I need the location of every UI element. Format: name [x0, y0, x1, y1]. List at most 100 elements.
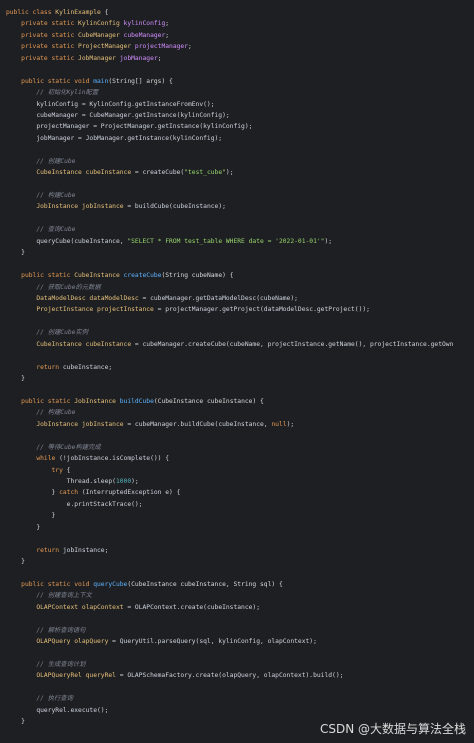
code-line: CubeInstance cubeInstance = createCube("… [0, 167, 474, 178]
code-line: JobInstance jobInstance = buildCube(cube… [0, 201, 474, 212]
code-token: private static [6, 31, 79, 39]
code-line: // 构建Cube [0, 190, 474, 201]
code-token: jobManager [119, 54, 158, 62]
code-line: } [0, 373, 474, 384]
code-line: queryRel.execute(); [0, 705, 474, 716]
code-line: // 创建Cube实例 [0, 327, 474, 338]
code-line: return cubeInstance; [0, 362, 474, 373]
code-token: // 生成查询计划 [6, 660, 86, 668]
code-line: // 执行查询 [0, 693, 474, 704]
code-token: // 创建查询上下文 [6, 592, 92, 600]
code-line: jobManager = JobManager.getInstance(kyli… [0, 133, 474, 144]
code-token: // 解析查询语句 [6, 626, 86, 634]
code-line: kylinConfig = KylinConfig.getInstanceFro… [0, 99, 474, 110]
code-line: Thread.sleep(1000); [0, 476, 474, 487]
code-line: // 创建Cube [0, 156, 474, 167]
code-token: private static [6, 54, 79, 62]
code-token: CubeManager [78, 31, 124, 39]
code-token: queryCube [93, 580, 128, 588]
code-token: catch [59, 489, 82, 497]
code-token: // 创建Cube实例 [6, 329, 89, 337]
code-token: Thread.sleep( [6, 477, 116, 485]
code-token: ; [165, 20, 170, 28]
code-line: } [0, 522, 474, 533]
code-token: (String cubeName) { [161, 272, 234, 280]
code-token: return [6, 546, 63, 554]
code-line: projectManager = ProjectManager.getInsta… [0, 121, 474, 132]
code-token: = cubeManager.createCube(cubeName, proje… [134, 340, 454, 348]
code-token: { [100, 9, 109, 16]
code-token: "SELECT * FROM test_table WHERE date = '… [127, 237, 325, 245]
code-token: cubeInstance; [62, 363, 113, 371]
code-token: buildCube [119, 397, 154, 405]
code-line: // 获取Cube的元数据 [0, 282, 474, 293]
code-line: public static JobInstance buildCube(Cube… [0, 396, 474, 407]
code-line: // 解析查询语句 [0, 625, 474, 636]
code-token: (String[] args) { [108, 77, 173, 85]
code-token: // 创建Cube [6, 157, 76, 165]
code-token: } [6, 512, 56, 520]
csdn-watermark: CSDN @大数据与算法全栈 [319, 722, 466, 736]
code-token: try [6, 466, 67, 474]
code-token: public static [6, 397, 75, 405]
code-token: } [6, 558, 25, 565]
code-token: // 查询Cube [6, 226, 76, 234]
code-line: // 创建查询上下文 [0, 590, 474, 601]
code-token: (CubeInstance cubeInstance, String sql) … [127, 580, 283, 588]
code-line: // 初始化Kylin配置 [0, 87, 474, 98]
code-token: // 初始化Kylin配置 [6, 89, 99, 97]
code-token: queryRel.execute(); [6, 706, 109, 714]
code-token: return [6, 363, 63, 371]
code-token: 1000 [115, 477, 132, 485]
code-token: private static [6, 20, 79, 28]
code-line: ProjectInstance projectInstance = projec… [0, 304, 474, 315]
code-token: OLAPQueryRel queryRel [6, 672, 120, 680]
code-token: projectManager = ProjectManager.getInsta… [6, 123, 253, 131]
code-token: OLAPQuery olapQuery [6, 638, 113, 646]
code-line: } catch (InterruptedException e) { [0, 487, 474, 498]
code-token: = projectManager.getProject(dataModelDes… [157, 306, 370, 314]
code-token: // 获取Cube的元数据 [6, 283, 101, 291]
code-line: OLAPContext olapContext = OLAPContext.cr… [0, 602, 474, 613]
code-token: ); [225, 169, 234, 177]
code-token: (CubeInstance cubeInstance) { [153, 397, 264, 405]
code-line: e.printStackTrace(); [0, 499, 474, 510]
code-line: while (!jobInstance.isComplete()) { [0, 453, 474, 464]
code-token: } [6, 249, 25, 257]
code-token: } [6, 718, 25, 726]
code-line: } [0, 247, 474, 258]
code-token: ; [157, 54, 162, 62]
code-line: // 查询Cube [0, 224, 474, 235]
code-token: ProjectManager [78, 43, 135, 51]
code-token: cubeManager = CubeManager.getInstance(ky… [6, 111, 230, 119]
code-token: (InterruptedException e) { [81, 489, 181, 497]
code-line: queryCube(cubeInstance, "SELECT * FROM t… [0, 236, 474, 247]
code-token: createCube [123, 272, 162, 280]
code-line: cubeManager = CubeManager.getInstance(ky… [0, 110, 474, 121]
code-token: main [93, 77, 109, 85]
code-line: return jobInstance; [0, 545, 474, 556]
code-editor: public class KylinExample { private stat… [0, 0, 474, 743]
code-token: ; [165, 31, 170, 39]
code-line: public static void main(String[] args) { [0, 76, 474, 87]
code-token: kylinConfig [123, 20, 166, 28]
code-token: DataModelDesc dataModelDesc [6, 294, 143, 302]
code-token: (!jobInstance.isComplete()) { [59, 455, 170, 463]
code-token: public static void [6, 77, 94, 85]
code-token: // 构建Cube [6, 192, 76, 199]
code-token: projectManager [134, 43, 188, 51]
code-line: JobInstance jobInstance = cubeManager.bu… [0, 419, 474, 430]
code-token: JobManager [78, 54, 120, 62]
code-token: public static [6, 272, 75, 280]
